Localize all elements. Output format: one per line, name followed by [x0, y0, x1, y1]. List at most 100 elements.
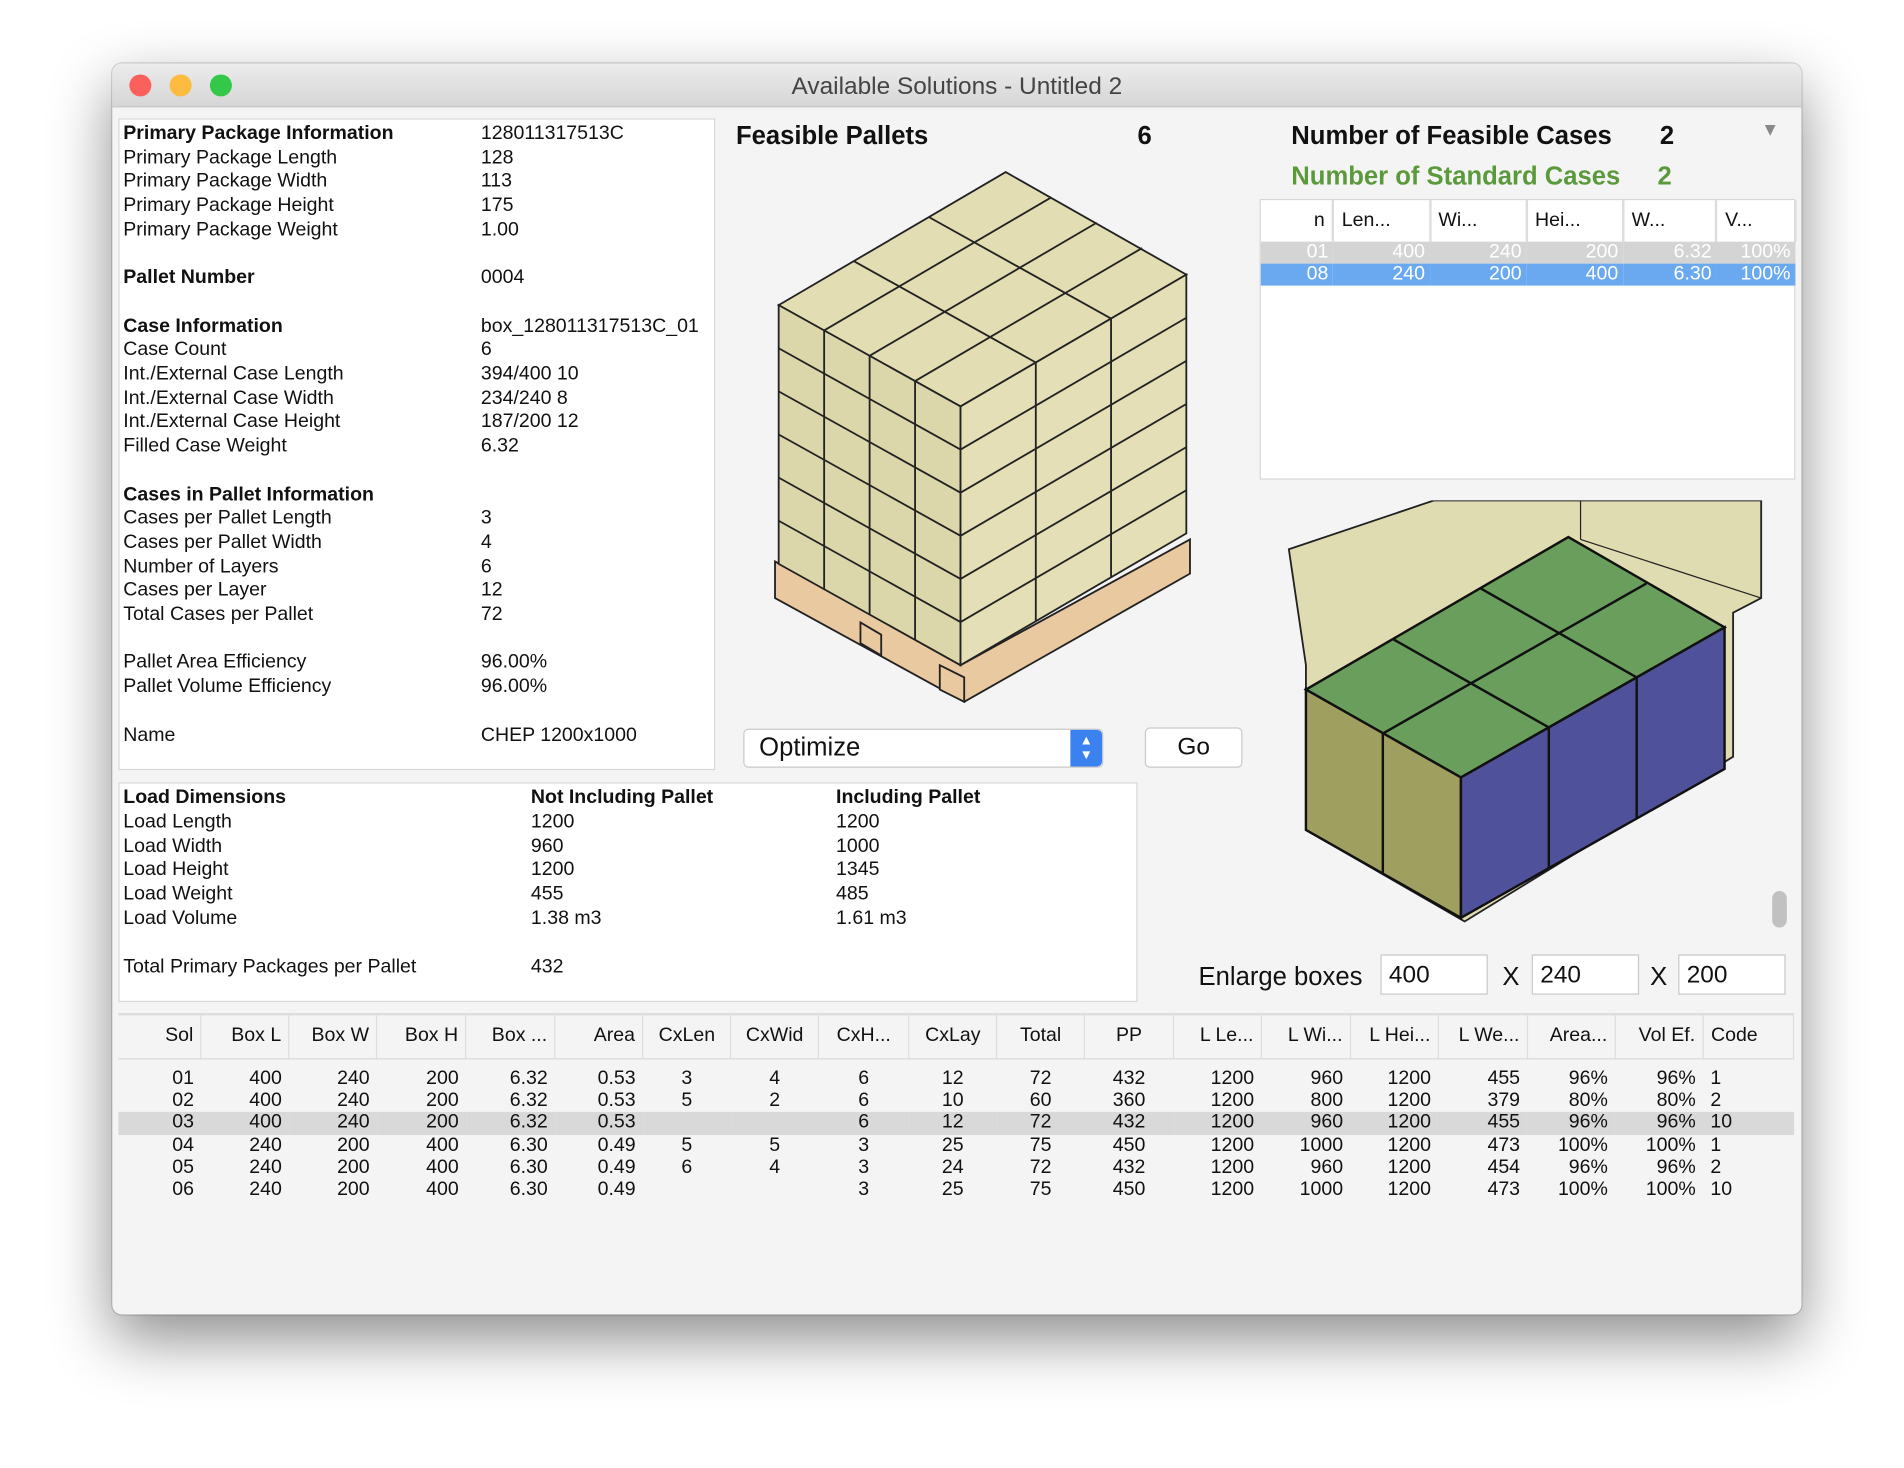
solution-cell: 200	[426, 1090, 459, 1111]
cases-column-header[interactable]: Hei...	[1526, 200, 1625, 242]
enlarge-width-input[interactable]: 240	[1531, 954, 1640, 995]
scrollbar-thumb[interactable]	[1772, 890, 1787, 928]
solutions-column-header[interactable]: Box W	[289, 1014, 378, 1059]
solution-row[interactable]: 03 400 240 200 6.32 0.53 6 12 72 432 1200 960 1200 45…	[118, 1112, 1794, 1135]
solution-cell: 400	[249, 1090, 282, 1111]
feasible-pallets-count: 6	[1137, 122, 1152, 151]
info-label: Int./External Case Height	[123, 411, 341, 433]
solution-cell: 240	[337, 1090, 370, 1111]
enlarge-length-input[interactable]: 400	[1380, 954, 1488, 995]
solutions-column-header[interactable]: Total	[996, 1014, 1086, 1059]
solution-cell: 1200	[1350, 1112, 1439, 1135]
solutions-column-header[interactable]: Box L	[201, 1014, 290, 1059]
solution-cell: 200	[337, 1156, 370, 1178]
cases-cell: 240	[1392, 263, 1425, 285]
info-label: Filled Case Weight	[123, 435, 287, 457]
info-value: 6	[480, 556, 492, 577]
solutions-column-header[interactable]: Sol	[118, 1014, 202, 1059]
solutions-column-header[interactable]: CxLen	[642, 1014, 732, 1059]
cases-row[interactable]: 01 400 240 200 6.32 100%	[1260, 241, 1796, 264]
view-scrollbar[interactable]	[1771, 500, 1788, 928]
info-value: 113	[480, 171, 513, 193]
go-button[interactable]: Go	[1144, 727, 1243, 768]
solutions-column-header[interactable]: Area	[555, 1014, 644, 1059]
cases-column-header[interactable]: W...	[1623, 200, 1718, 242]
cases-row[interactable]: 08 240 200 400 6.30 100%	[1260, 263, 1796, 286]
solution-cell: 06	[172, 1179, 194, 1200]
solution-cell: 400	[426, 1156, 459, 1178]
optimize-select[interactable]: Optimize ▲ ▼	[743, 728, 1104, 768]
solution-cell: 0.49	[597, 1179, 636, 1200]
load-value: 1000	[836, 835, 880, 857]
solution-cell: 6	[681, 1156, 693, 1178]
info-value: 1.00	[480, 219, 519, 241]
load-value: 1200	[530, 859, 575, 881]
solution-row[interactable]: 04 240 200 400 6.30 0.49 5 5 3 25 75 450 1200 1000 120…	[118, 1135, 1793, 1157]
info-label: Cases in Pallet Information	[123, 483, 374, 505]
solutions-column-header[interactable]: Area...	[1527, 1014, 1616, 1059]
info-value: 128011317513C	[480, 123, 624, 145]
solutions-column-header[interactable]: L Wi...	[1261, 1014, 1352, 1059]
solution-cell: 4	[769, 1068, 781, 1089]
solution-cell: 432	[1112, 1156, 1146, 1178]
solution-row[interactable]: 06 240 200 400 6.30 0.49 3 25 75 450 1200 1000 1200 4…	[118, 1179, 1793, 1201]
load-value: 455	[530, 883, 564, 905]
solutions-column-header[interactable]: Box H	[376, 1014, 467, 1059]
solutions-column-header[interactable]: Vol Ef.	[1615, 1014, 1704, 1059]
solution-row[interactable]: 02 400 240 200 6.32 0.53 5 2 6 10 60 360 1200 800 1200…	[118, 1090, 1793, 1112]
cases-column-header[interactable]: V...	[1716, 200, 1797, 242]
solution-cell: 1200	[1210, 1134, 1255, 1156]
disclosure-triangle-icon[interactable]: ▼	[1761, 120, 1779, 141]
cases-column-header[interactable]: Len...	[1333, 200, 1432, 242]
info-panel: Primary Package Information 128011317513C…	[118, 118, 716, 771]
minimize-button[interactable]	[169, 74, 192, 97]
cases-column-header[interactable]: Wi...	[1429, 200, 1528, 242]
solutions-column-header[interactable]: CxLay	[908, 1014, 998, 1059]
solution-cell: 450	[1112, 1179, 1146, 1200]
solutions-column-header[interactable]: CxWid	[730, 1014, 820, 1059]
feasible-pallets-label: Feasible Pallets	[735, 122, 929, 151]
enlarge-height-input[interactable]: 200	[1678, 954, 1786, 995]
info-label: Pallet Area Efficiency	[123, 652, 307, 673]
info-value: 187/200 12	[480, 411, 579, 433]
close-button[interactable]	[129, 74, 152, 97]
solutions-column-header[interactable]: CxH...	[818, 1014, 910, 1059]
cases-cell: 01	[1306, 241, 1329, 263]
solutions-column-header[interactable]: Code	[1703, 1014, 1795, 1059]
enlarge-boxes-label: Enlarge boxes	[1198, 962, 1363, 992]
solution-row[interactable]: 01 400 240 200 6.32 0.53 3 4 6 12 72 432 1200 960 1200…	[118, 1068, 1793, 1090]
load-value: 1.38 m3	[530, 907, 602, 929]
solution-cell: 432	[1112, 1068, 1146, 1089]
total-packages-value: 432	[530, 956, 564, 978]
load-header: Not Including Pallet	[530, 787, 714, 808]
solution-cell: 473	[1487, 1179, 1521, 1200]
info-value: 128	[480, 147, 514, 169]
load-header: Including Pallet	[836, 787, 981, 808]
solution-cell: 400	[249, 1068, 282, 1089]
info-label: Number of Layers	[123, 556, 279, 577]
solution-cell: 800	[1310, 1090, 1344, 1111]
solution-cell: 2	[1710, 1156, 1722, 1178]
solution-cell: 960	[1261, 1112, 1351, 1135]
solutions-column-header[interactable]: PP	[1084, 1014, 1175, 1059]
solutions-column-header[interactable]: Box ...	[466, 1014, 556, 1059]
solution-cell: 100%	[1645, 1179, 1696, 1200]
solutions-column-header[interactable]: L We...	[1438, 1014, 1528, 1059]
total-packages-label: Total Primary Packages per Pallet	[123, 956, 417, 978]
solution-cell: 432	[1084, 1112, 1174, 1135]
info-value: 72	[480, 604, 503, 625]
solution-cell: 960	[1310, 1068, 1344, 1089]
load-value: 1200	[836, 811, 880, 833]
cases-column-header[interactable]: n	[1260, 200, 1335, 242]
solution-cell: 100%	[1557, 1179, 1608, 1200]
load-value: 485	[836, 883, 869, 905]
zoom-button[interactable]	[209, 74, 232, 97]
load-header: Load Dimensions	[123, 787, 287, 808]
solution-row[interactable]: 05 240 200 400 6.30 0.49 6 4 3 24 72 432 1200 960 1200…	[118, 1157, 1793, 1179]
info-label: Primary Package Information	[123, 123, 394, 145]
solutions-column-header[interactable]: L Le...	[1173, 1014, 1262, 1059]
solution-cell: 240	[249, 1156, 282, 1178]
solution-cell: 455	[1438, 1112, 1528, 1135]
info-value: 96.00%	[480, 652, 548, 673]
solutions-column-header[interactable]: L Hei...	[1350, 1014, 1439, 1059]
